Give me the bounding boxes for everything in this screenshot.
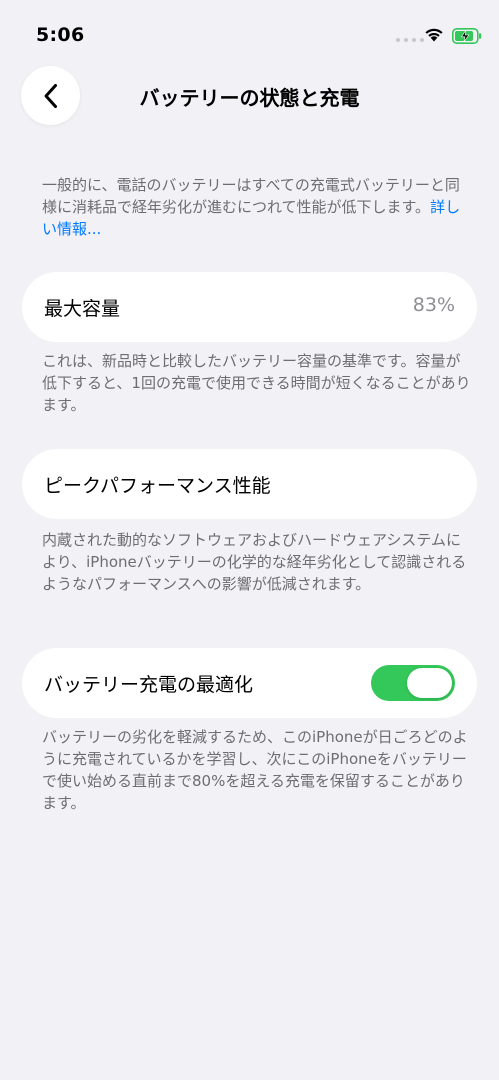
intro-text: 一般的に、電話のバッテリーはすべての充電式バッテリーと同様に消耗品で経年劣化が進… (42, 176, 460, 216)
max-capacity-value: 83% (412, 294, 455, 316)
optimized-charging-row: バッテリー充電の最適化 (22, 648, 477, 718)
intro-description: 一般的に、電話のバッテリーはすべての充電式バッテリーと同様に消耗品で経年劣化が進… (42, 174, 472, 240)
back-button[interactable] (21, 66, 80, 125)
optimized-charging-toggle[interactable] (371, 665, 455, 701)
peak-performance-row: ピークパフォーマンス性能 (22, 449, 477, 519)
toggle-knob (407, 668, 452, 698)
navigation-bar: バッテリーの状態と充電 (0, 62, 499, 128)
max-capacity-label: 最大容量 (44, 298, 121, 320)
cellular-dots-icon (396, 38, 424, 42)
status-bar: 5:06 (0, 0, 499, 60)
optimized-charging-footnote: バッテリーの劣化を軽減するため、このiPhoneが日ごろどのように充電されている… (42, 728, 468, 812)
peak-performance-label: ピークパフォーマンス性能 (44, 475, 271, 497)
optimized-charging-label: バッテリー充電の最適化 (44, 674, 254, 696)
max-capacity-footnote: これは、新品時と比較したバッテリー容量の基準です。容量が低下すると、1回の充電で… (42, 352, 471, 414)
peak-performance-footnote: 内蔵された動的なソフトウェアおよびハードウェアシステムにより、iPhoneバッテ… (42, 531, 467, 593)
max-capacity-row: 最大容量 83% (22, 272, 477, 342)
chevron-left-icon (44, 83, 57, 108)
wifi-icon (425, 28, 443, 42)
battery-charging-icon (452, 28, 482, 44)
page-title: バッテリーの状態と充電 (139, 86, 360, 110)
status-time: 5:06 (36, 24, 85, 46)
